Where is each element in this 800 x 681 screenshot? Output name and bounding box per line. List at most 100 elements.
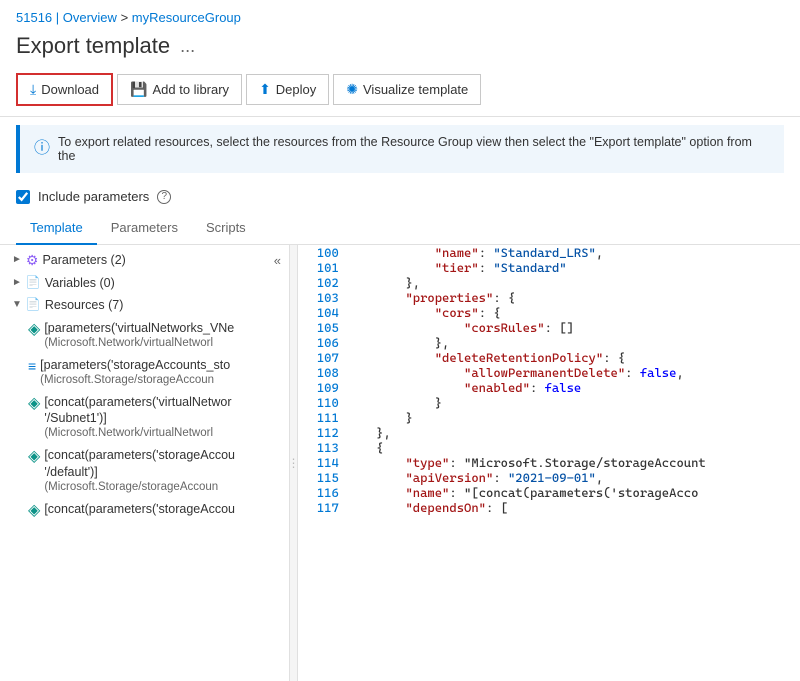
resource1-label: [parameters('virtualNetworks_VNe (Micros…: [44, 320, 234, 351]
chevron-right-icon-vars: ►: [12, 277, 22, 288]
tree-node-resource-2[interactable]: ≡ [parameters('storageAccounts_sto (Micr…: [0, 354, 289, 391]
tree-node-resources[interactable]: ▼ 📄 Resources (7): [0, 294, 289, 316]
code-line: "type": "Microsoft.Storage/storageAccoun…: [343, 455, 800, 470]
include-parameters-row: Include parameters ?: [0, 181, 800, 212]
table-row: 111 }: [298, 410, 800, 425]
line-number: 106: [298, 335, 343, 350]
tab-scripts[interactable]: Scripts: [192, 212, 260, 245]
tab-parameters[interactable]: Parameters: [97, 212, 192, 245]
include-parameters-checkbox[interactable]: [16, 190, 30, 204]
breadcrumb-separator: >: [121, 10, 132, 25]
add-to-library-button[interactable]: 💾 Add to library: [117, 74, 242, 105]
main-content: « ► ⚙ Parameters (2) ► 📄 Variables (0) ▼…: [0, 245, 800, 681]
resource4-icon: ◈: [28, 446, 40, 466]
resource5-icon: ◈: [28, 500, 40, 520]
line-number: 114: [298, 455, 343, 470]
table-row: 115 "apiVersion": "2021-09-01",: [298, 470, 800, 485]
code-line: "deleteRetentionPolicy": {: [343, 350, 800, 365]
line-number: 109: [298, 380, 343, 395]
resources-label: Resources (7): [45, 297, 124, 313]
table-row: 104 "cors": {: [298, 305, 800, 320]
table-row: 117 "dependsOn": [: [298, 500, 800, 515]
help-icon[interactable]: ?: [157, 190, 171, 204]
code-line: "cors": {: [343, 305, 800, 320]
code-line: },: [343, 335, 800, 350]
table-row: 114 "type": "Microsoft.Storage/storageAc…: [298, 455, 800, 470]
toolbar: ⤓ Download 💾 Add to library ⬆ Deploy ✺ V…: [0, 69, 800, 117]
table-row: 109 "enabled": false: [298, 380, 800, 395]
table-row: 116 "name": "[concat(parameters('storage…: [298, 485, 800, 500]
table-row: 101 "tier": "Standard": [298, 260, 800, 275]
code-line: {: [343, 440, 800, 455]
code-line: },: [343, 425, 800, 440]
more-options-icon[interactable]: ...: [180, 36, 195, 57]
resources-icon: 📄: [26, 297, 41, 311]
code-line: "properties": {: [343, 290, 800, 305]
tree-node-resource-1[interactable]: ◈ [parameters('virtualNetworks_VNe (Micr…: [0, 317, 289, 354]
table-row: 103 "properties": {: [298, 290, 800, 305]
code-line: },: [343, 275, 800, 290]
code-panel[interactable]: 100 "name": "Standard_LRS", 101 "tier": …: [298, 245, 800, 681]
tree-node-parameters[interactable]: ► ⚙ Parameters (2): [0, 249, 266, 272]
resource3-icon: ◈: [28, 393, 40, 413]
breadcrumb: 51516 | Overview > myResourceGroup: [0, 0, 800, 29]
variables-label: Variables (0): [45, 275, 115, 291]
code-line: "allowPermanentDelete": false,: [343, 365, 800, 380]
parameters-label: Parameters (2): [42, 252, 125, 268]
sidebar: « ► ⚙ Parameters (2) ► 📄 Variables (0) ▼…: [0, 245, 290, 681]
tab-template[interactable]: Template: [16, 212, 97, 245]
line-number: 101: [298, 260, 343, 275]
page-title: Export template: [16, 33, 170, 59]
resource4-label: [concat(parameters('storageAccou '/defau…: [44, 447, 235, 494]
table-row: 113 {: [298, 440, 800, 455]
visualize-icon: ✺: [346, 81, 358, 98]
table-row: 100 "name": "Standard_LRS",: [298, 245, 800, 260]
line-number: 100: [298, 245, 343, 260]
code-line: "name": "[concat(parameters('storageAcco: [343, 485, 800, 500]
line-number: 112: [298, 425, 343, 440]
breadcrumb-resource-group-link[interactable]: myResourceGroup: [132, 10, 241, 25]
panel-divider[interactable]: ⋮: [290, 245, 298, 681]
info-icon: ⓘ: [34, 134, 50, 158]
tree-node-resource-4[interactable]: ◈ [concat(parameters('storageAccou '/def…: [0, 444, 289, 497]
variables-icon: 📄: [26, 275, 41, 289]
line-number: 107: [298, 350, 343, 365]
visualize-template-button[interactable]: ✺ Visualize template: [333, 74, 481, 105]
resource3-label: [concat(parameters('virtualNetwor '/Subn…: [44, 394, 231, 441]
deploy-button[interactable]: ⬆ Deploy: [246, 74, 329, 105]
tree-node-resource-5[interactable]: ◈ [concat(parameters('storageAccou: [0, 498, 289, 523]
table-row: 105 "corsRules": []: [298, 320, 800, 335]
resource5-label: [concat(parameters('storageAccou: [44, 501, 235, 517]
line-number: 116: [298, 485, 343, 500]
collapse-sidebar-button[interactable]: «: [266, 249, 289, 272]
table-row: 102 },: [298, 275, 800, 290]
code-line: "apiVersion": "2021-09-01",: [343, 470, 800, 485]
breadcrumb-overview-link[interactable]: 51516 | Overview: [16, 10, 117, 25]
info-banner: ⓘ To export related resources, select th…: [16, 125, 784, 173]
line-number: 117: [298, 500, 343, 515]
code-line: }: [343, 395, 800, 410]
line-number: 108: [298, 365, 343, 380]
info-text: To export related resources, select the …: [58, 135, 770, 163]
line-number: 102: [298, 275, 343, 290]
tree-node-resource-3[interactable]: ◈ [concat(parameters('virtualNetwor '/Su…: [0, 391, 289, 444]
tabs-bar: Template Parameters Scripts: [0, 212, 800, 245]
tree-node-variables[interactable]: ► 📄 Variables (0): [0, 272, 289, 294]
code-line: "tier": "Standard": [343, 260, 800, 275]
line-number: 111: [298, 410, 343, 425]
table-row: 107 "deleteRetentionPolicy": {: [298, 350, 800, 365]
library-icon: 💾: [130, 81, 147, 98]
line-number: 105: [298, 320, 343, 335]
table-row: 112 },: [298, 425, 800, 440]
chevron-right-icon: ►: [12, 254, 22, 265]
table-row: 106 },: [298, 335, 800, 350]
code-line: "dependsOn": [: [343, 500, 800, 515]
chevron-down-icon-res: ▼: [12, 299, 22, 310]
include-parameters-label[interactable]: Include parameters: [38, 189, 149, 204]
line-number: 103: [298, 290, 343, 305]
line-number: 110: [298, 395, 343, 410]
table-row: 108 "allowPermanentDelete": false,: [298, 365, 800, 380]
download-icon: ⤓: [30, 81, 36, 98]
resource2-icon: ≡: [28, 358, 36, 374]
download-button[interactable]: ⤓ Download: [16, 73, 113, 106]
